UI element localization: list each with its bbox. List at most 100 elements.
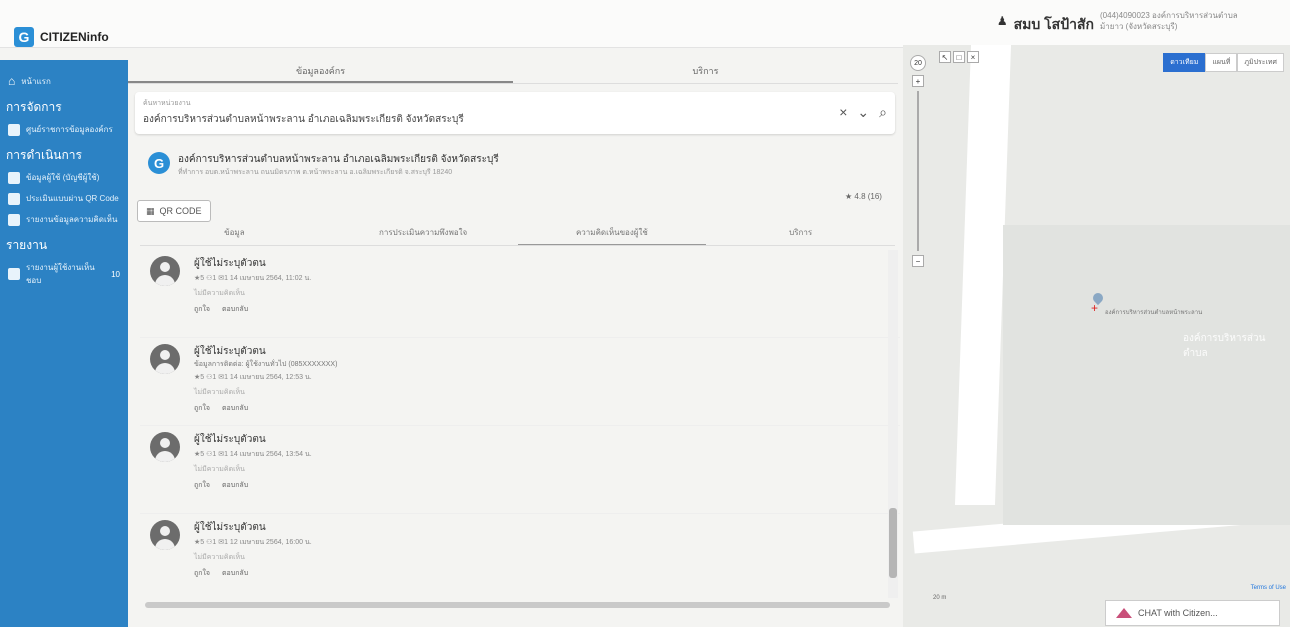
zoom-in-icon[interactable]: + bbox=[912, 75, 924, 87]
review-text: ไม่มีความคิดเห็น bbox=[194, 290, 245, 297]
list-item: ผู้ใช้ไม่ระบุตัวตน ★5 ⚇1 ✉1 14 เมษายน 25… bbox=[140, 250, 900, 338]
pin-label: องค์การบริหารส่วนตำบลหน้าพระลาน bbox=[1105, 310, 1203, 316]
like-button[interactable]: ถูกใจ bbox=[194, 403, 210, 414]
main-tabs: ข้อมูลองค์กร บริการ bbox=[128, 52, 898, 84]
app-name: CITIZENinfo bbox=[40, 30, 109, 44]
reviewer-name: ผู้ใช้ไม่ระบุตัวตน bbox=[194, 258, 266, 269]
sidebar-item-report[interactable]: รายงานผู้ใช้งานเห็นชอบ 10 bbox=[0, 257, 128, 291]
org-address: ที่ทำการ อบต.หน้าพระลาน ถนนมิตรภาพ ต.หน้… bbox=[178, 169, 453, 176]
list-item: ผู้ใช้ไม่ระบุตัวตน ★5 ⚇1 ✉1 14 เมษายน 25… bbox=[140, 426, 900, 514]
qr-icon: ▦ bbox=[146, 205, 155, 216]
review-meta: ★5 ⚇1 ✉1 12 เมษายน 2564, 16:00 น. bbox=[194, 539, 312, 546]
app-logo[interactable]: G CITIZENinfo bbox=[14, 27, 109, 47]
user-icon: ♟ bbox=[996, 14, 1008, 28]
review-meta: ★5 ⚇1 ✉1 14 เมษายน 2564, 12:53 น. bbox=[194, 374, 312, 381]
clear-icon[interactable]: × bbox=[839, 104, 847, 121]
review-meta: ★5 ⚇1 ✉1 14 เมษายน 2564, 13:54 น. bbox=[194, 451, 312, 458]
terms-link[interactable]: Terms of Use bbox=[1251, 585, 1286, 591]
scroll-thumb[interactable] bbox=[889, 508, 897, 578]
user-name: สมบ โสป้าสัก bbox=[1013, 16, 1094, 32]
detail-tabs: ข้อมูล การประเมินความพึงพอใจ ความคิดเห็น… bbox=[140, 226, 895, 246]
like-button[interactable]: ถูกใจ bbox=[194, 304, 210, 315]
search-label: ค้นหาหน่วยงาน bbox=[143, 100, 191, 107]
reviewer-name: ผู้ใช้ไม่ระบุตัวตน bbox=[194, 434, 266, 445]
sidebar-item-home[interactable]: ⌂ หน้าแรก bbox=[0, 70, 128, 92]
qr-code-button[interactable]: ▦ QR CODE bbox=[137, 200, 211, 222]
reply-button[interactable]: ตอบกลับ bbox=[222, 568, 248, 579]
tab-service[interactable]: บริการ bbox=[706, 226, 895, 245]
map-type-switcher: ดาวเทียม แผนที่ ภูมิประเทศ bbox=[1163, 53, 1284, 72]
pin-label-large: องค์การบริหารส่วนตำบล bbox=[1183, 333, 1266, 359]
close-icon[interactable]: × bbox=[967, 51, 979, 63]
tab-evaluation[interactable]: การประเมินความพึงพอใจ bbox=[329, 226, 518, 245]
report-icon bbox=[8, 268, 20, 280]
org-search[interactable]: ค้นหาหน่วยงาน องค์การบริหารส่วนตำบลหน้าพ… bbox=[135, 92, 895, 134]
like-button[interactable]: ถูกใจ bbox=[194, 568, 210, 579]
reviewer-contact: ข้อมูลการติดต่อ: ผู้ใช้งานทั่วไป (085XXX… bbox=[194, 361, 338, 368]
review-meta: ★5 ⚇1 ✉1 14 เมษายน 2564, 11:02 น. bbox=[194, 275, 312, 282]
sidebar-section-report: รายงาน bbox=[6, 238, 48, 252]
review-text: ไม่มีความคิดเห็น bbox=[194, 466, 245, 473]
tab-comments[interactable]: ความคิดเห็นของผู้ใช้ bbox=[517, 226, 707, 245]
sidebar-section-operations: การดำเนินการ bbox=[6, 148, 82, 162]
tab-org-info[interactable]: ข้อมูลองค์กร bbox=[128, 52, 513, 83]
user-menu[interactable]: ♟ สมบ โสป้าสัก (044)4090023 องค์การบริหา… bbox=[997, 10, 1260, 36]
review-scrollbar[interactable] bbox=[888, 250, 898, 598]
reply-button[interactable]: ตอบกลับ bbox=[222, 480, 248, 491]
chat-logo-icon bbox=[1116, 608, 1132, 618]
zoom-slider[interactable] bbox=[917, 91, 919, 251]
sidebar-item-org[interactable]: ศูนย์ราชการข้อมูลองค์กร bbox=[0, 119, 128, 140]
map-panel[interactable]: 20 + − ↖ □ × ดาวเทียม แผนที่ ภูมิประเทศ … bbox=[903, 45, 1290, 627]
report-count-badge: 10 bbox=[111, 269, 120, 279]
map-type-map[interactable]: แผนที่ bbox=[1205, 53, 1238, 72]
map-type-satellite[interactable]: ดาวเทียม bbox=[1163, 53, 1206, 72]
search-icon[interactable]: ⌕ bbox=[879, 104, 887, 121]
org-logo-icon: G bbox=[148, 152, 170, 174]
list-item: ผู้ใช้ไม่ระบุตัวตน ข้อมูลการติดต่อ: ผู้ใ… bbox=[140, 338, 900, 426]
like-button[interactable]: ถูกใจ bbox=[194, 480, 210, 491]
tab-info[interactable]: ข้อมูล bbox=[140, 226, 329, 245]
avatar bbox=[150, 432, 180, 462]
top-bar: G CITIZENinfo ♟ สมบ โสป้าสัก (044)409002… bbox=[0, 0, 1290, 48]
avatar bbox=[150, 520, 180, 550]
review-text: ไม่มีความคิดเห็น bbox=[194, 554, 245, 561]
avatar bbox=[150, 344, 180, 374]
users-icon bbox=[8, 171, 20, 184]
tab-services[interactable]: บริการ bbox=[513, 52, 898, 83]
location-pin-icon[interactable]: + bbox=[1090, 290, 1106, 314]
horizontal-scrollbar[interactable] bbox=[145, 602, 890, 608]
qr-icon bbox=[8, 192, 20, 205]
zoom-control: 20 + − bbox=[909, 55, 927, 267]
box-tool-icon[interactable]: □ bbox=[953, 51, 965, 63]
zoom-out-icon[interactable]: − bbox=[912, 255, 924, 267]
search-input[interactable]: องค์การบริหารส่วนตำบลหน้าพระลาน อำเภอเฉล… bbox=[143, 112, 464, 127]
sidebar: ⌂ หน้าแรก การจัดการ ศูนย์ราชการข้อมูลองค… bbox=[0, 60, 128, 627]
pan-control-icon[interactable]: 20 bbox=[910, 55, 926, 71]
sidebar-item-qr[interactable]: ประเมินแบบผ่าน QR Code bbox=[0, 188, 128, 209]
sidebar-item-users[interactable]: ข้อมูลผู้ใช้ (บัญชีผู้ใช้) bbox=[0, 167, 128, 188]
chat-widget[interactable]: CHAT with Citizen... bbox=[1105, 600, 1280, 626]
map-scale: 20 m bbox=[933, 595, 947, 601]
chevron-down-icon[interactable]: ⌄ bbox=[857, 104, 869, 121]
select-tool-icon[interactable]: ↖ bbox=[939, 51, 951, 63]
org-icon bbox=[8, 123, 20, 136]
document-icon bbox=[8, 213, 20, 226]
sidebar-item-comments[interactable]: รายงานข้อมูลความคิดเห็น bbox=[0, 209, 128, 230]
review-list: ผู้ใช้ไม่ระบุตัวตน ★5 ⚇1 ✉1 14 เมษายน 25… bbox=[140, 250, 900, 598]
reply-button[interactable]: ตอบกลับ bbox=[222, 403, 248, 414]
org-name: องค์การบริหารส่วนตำบลหน้าพระลาน อำเภอเฉล… bbox=[178, 154, 499, 165]
reply-button[interactable]: ตอบกลับ bbox=[222, 304, 248, 315]
org-rating: ★ 4.8 (16) bbox=[845, 192, 882, 201]
home-icon: ⌂ bbox=[8, 74, 16, 88]
map-tools: ↖ □ × bbox=[939, 51, 979, 63]
sidebar-section-manage: การจัดการ bbox=[6, 100, 62, 114]
user-org: (044)4090023 องค์การบริหารส่วนตำบล ม้ายา… bbox=[1100, 11, 1238, 31]
reviewer-name: ผู้ใช้ไม่ระบุตัวตน bbox=[194, 346, 266, 357]
list-item: ผู้ใช้ไม่ระบุตัวตน ★5 ⚇1 ✉1 12 เมษายน 25… bbox=[140, 514, 900, 598]
logo-icon: G bbox=[14, 27, 34, 47]
org-header: G องค์การบริหารส่วนตำบลหน้าพระลาน อำเภอเ… bbox=[148, 152, 499, 178]
reviewer-name: ผู้ใช้ไม่ระบุตัวตน bbox=[194, 522, 266, 533]
avatar bbox=[150, 256, 180, 286]
map-type-terrain[interactable]: ภูมิประเทศ bbox=[1237, 53, 1284, 72]
review-text: ไม่มีความคิดเห็น bbox=[194, 389, 245, 396]
